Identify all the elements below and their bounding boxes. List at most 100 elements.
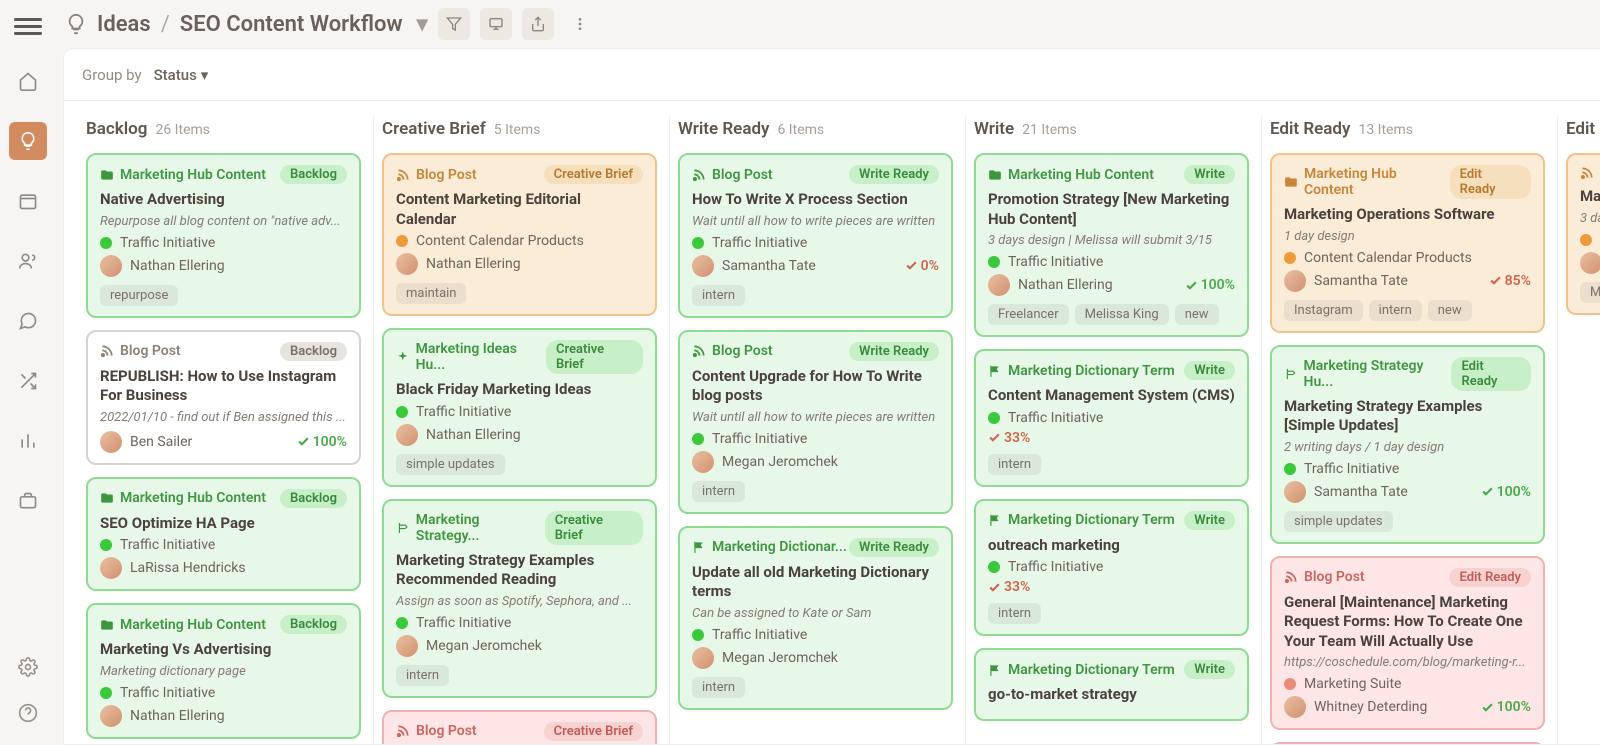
kanban-board[interactable]: Backlog26 ItemsMarketing Hub ContentBack… bbox=[64, 101, 1600, 744]
card[interactable]: Blog PostBacklogREPUBLISH: How to Use In… bbox=[86, 330, 361, 465]
avatar bbox=[988, 274, 1010, 296]
tag[interactable]: maintain bbox=[396, 283, 466, 304]
avatar bbox=[692, 647, 714, 669]
tag[interactable]: Instagram bbox=[1284, 300, 1363, 321]
nav-settings-icon[interactable] bbox=[18, 657, 38, 681]
card-tags: simple updates bbox=[1284, 511, 1531, 532]
tag[interactable]: intern bbox=[692, 285, 745, 306]
card[interactable]: Marketing Ideas Hu...Creative BriefBlack… bbox=[382, 328, 657, 487]
card-title: Content Upgrade for How To Write blog po… bbox=[692, 367, 939, 406]
column-edit-ready: Edit Ready13 ItemsMarketing Hub ContentE… bbox=[1262, 115, 1558, 744]
initiative-dot-icon bbox=[396, 406, 408, 418]
card[interactable]: Marketing Strategy...Creative BriefMarke… bbox=[382, 499, 657, 698]
card[interactable]: Marketing Strategy Hu...Edit ReadyMarket… bbox=[1270, 345, 1545, 544]
tag[interactable]: simple updates bbox=[1284, 511, 1393, 532]
tag[interactable]: new bbox=[1428, 300, 1472, 321]
column-write-ready: Write Ready6 ItemsBlog PostWrite ReadyHo… bbox=[670, 115, 966, 744]
card-type: Marketing Strategy... bbox=[396, 512, 545, 544]
card-subtitle: 2022/01/10 - find out if Ben assigned th… bbox=[100, 410, 347, 425]
card[interactable]: Marketing Hub ContentBacklogNative Adver… bbox=[86, 153, 361, 318]
nav-shuffle-icon[interactable] bbox=[9, 362, 47, 400]
card[interactable]: Blog PostCreative BriefContent Marketing… bbox=[382, 153, 657, 316]
card[interactable]: Marketing Hub ContentBacklogSEO Optimize… bbox=[86, 477, 361, 592]
card[interactable]: Marketing Dictionary TermWriteContent Ma… bbox=[974, 349, 1249, 487]
avatar bbox=[396, 253, 418, 275]
nav-calendar-icon[interactable] bbox=[9, 182, 47, 220]
card[interactable]: Blog PostWrite ReadyHow To Write X Proce… bbox=[678, 153, 953, 318]
tag[interactable]: repurpose bbox=[100, 285, 178, 306]
tag[interactable]: intern bbox=[1369, 300, 1422, 321]
column-title: Creative Brief bbox=[382, 119, 486, 139]
filter-button[interactable] bbox=[438, 8, 470, 40]
tag[interactable]: intern bbox=[396, 665, 449, 686]
card[interactable]: BloMarke [New3 daysCoNaMelis bbox=[1566, 153, 1600, 315]
more-button[interactable] bbox=[564, 8, 596, 40]
card-type: Marketing Hub Content bbox=[100, 617, 266, 633]
card[interactable]: Marketing Dictionary TermWriteoutreach m… bbox=[974, 499, 1249, 637]
display-button[interactable] bbox=[480, 8, 512, 40]
card-tags: intern bbox=[692, 285, 939, 306]
nav-home-icon[interactable] bbox=[9, 62, 47, 100]
avatar bbox=[692, 451, 714, 473]
nav-people-icon[interactable] bbox=[9, 242, 47, 280]
card[interactable]: Marketing Dictionar...Write ReadyUpdate … bbox=[678, 526, 953, 710]
card-tags: Instagram intern new bbox=[1284, 300, 1531, 321]
nav-briefcase-icon[interactable] bbox=[9, 482, 47, 520]
status-pill: Backlog bbox=[280, 615, 347, 634]
tag[interactable]: new bbox=[1175, 304, 1219, 325]
tag[interactable]: simple updates bbox=[396, 454, 505, 475]
breadcrumb-section[interactable]: Ideas bbox=[97, 12, 151, 37]
share-button[interactable] bbox=[522, 8, 554, 40]
card-tags: repurpose bbox=[100, 285, 347, 306]
card-title: Content Management System (CMS) bbox=[988, 386, 1235, 406]
card[interactable]: Blog PostWrite ReadyContent Upgrade for … bbox=[678, 330, 953, 514]
nav-chat-icon[interactable] bbox=[9, 302, 47, 340]
avatar bbox=[1284, 696, 1306, 718]
tag[interactable]: intern bbox=[988, 603, 1041, 624]
card[interactable]: Marketing Hub ContentBacklogMarketing Vs… bbox=[86, 603, 361, 739]
tag[interactable]: intern bbox=[692, 677, 745, 698]
nav-ideas-icon[interactable] bbox=[9, 122, 47, 160]
tag[interactable]: intern bbox=[988, 454, 1041, 475]
breadcrumb-chevron-icon[interactable]: ▾ bbox=[413, 12, 428, 37]
card-tags: intern bbox=[988, 603, 1235, 624]
status-pill: Creative Brief bbox=[544, 722, 643, 741]
breadcrumb-page[interactable]: SEO Content Workflow bbox=[180, 12, 403, 37]
card-assignee: Nathan Ellering bbox=[426, 256, 521, 272]
column-title: Backlog bbox=[86, 119, 147, 139]
card-assignee: Nathan Ellering bbox=[1018, 277, 1113, 293]
group-by-dropdown[interactable]: Status▾ bbox=[154, 66, 209, 84]
nav-analytics-icon[interactable] bbox=[9, 422, 47, 460]
card[interactable]: Marketing Dictionary TermWritego-to-mark… bbox=[974, 648, 1249, 721]
card-subtitle: https://coschedule.com/blog/marketing-r.… bbox=[1284, 655, 1531, 670]
status-pill: Write Ready bbox=[849, 538, 939, 557]
card[interactable]: Marketing Hub ContentEdit ReadyMarketing… bbox=[1270, 153, 1545, 333]
initiative-dot-icon bbox=[100, 237, 112, 249]
card-initiative: Traffic Initiative bbox=[1008, 410, 1103, 426]
card-assignee: Nathan Ellering bbox=[426, 427, 521, 443]
tag[interactable]: Melissa King bbox=[1075, 304, 1169, 325]
card-initiative: Traffic Initiative bbox=[120, 235, 215, 251]
card[interactable]: Blog PostEdit Ready bbox=[1270, 742, 1545, 744]
column-count: 21 Items bbox=[1022, 122, 1077, 138]
tag[interactable]: Freelancer bbox=[988, 304, 1069, 325]
card[interactable]: Marketing Hub ContentWritePromotion Stra… bbox=[974, 153, 1249, 337]
card-title: Content Marketing Editorial Calendar bbox=[396, 190, 643, 229]
avatar bbox=[396, 424, 418, 446]
initiative-dot-icon bbox=[1284, 678, 1296, 690]
nav-help-icon[interactable] bbox=[18, 703, 38, 727]
card-initiative: Content Calendar Products bbox=[416, 233, 584, 249]
initiative-dot-icon bbox=[988, 256, 1000, 268]
card[interactable]: Blog PostCreative Brief[Maintenance] Mar… bbox=[382, 710, 657, 745]
tag[interactable]: Melis bbox=[1580, 282, 1600, 303]
tag[interactable]: intern bbox=[692, 481, 745, 502]
initiative-dot-icon bbox=[988, 561, 1000, 573]
card-type: Marketing Hub Content bbox=[100, 167, 266, 183]
card-tags: intern bbox=[692, 481, 939, 502]
card-initiative: Traffic Initiative bbox=[416, 404, 511, 420]
card[interactable]: Blog PostEdit ReadyGeneral [Maintenance]… bbox=[1270, 556, 1545, 731]
card-type: Blog Post bbox=[396, 167, 477, 183]
card-type: Marketing Dictionar... bbox=[692, 539, 847, 555]
hamburger-menu[interactable] bbox=[14, 14, 42, 36]
initiative-dot-icon bbox=[692, 433, 704, 445]
